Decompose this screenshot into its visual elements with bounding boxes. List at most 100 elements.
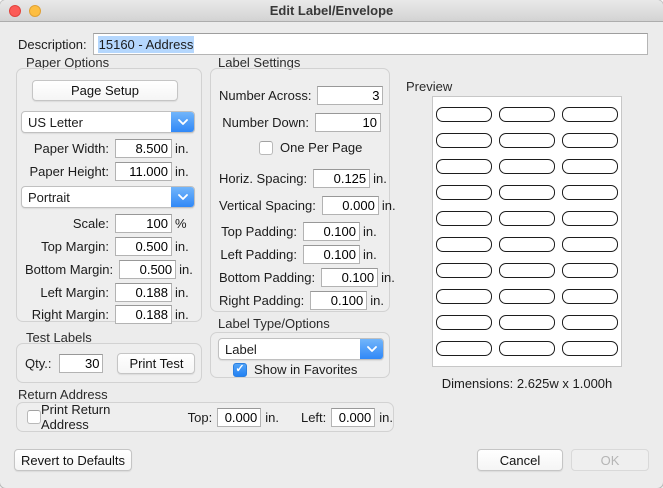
titlebar: Edit Label/Envelope: [0, 0, 663, 22]
preview-label-cell: [436, 185, 492, 200]
preview-label-cell: [562, 341, 618, 356]
return-left-unit: in.: [379, 410, 393, 425]
qty-input[interactable]: [59, 354, 103, 373]
field-row-right-margin: Right Margin: in.: [25, 304, 193, 324]
paper-width-unit: in.: [172, 141, 193, 156]
label-type-select[interactable]: Label: [218, 338, 384, 360]
print-return-address-checkbox[interactable]: [27, 410, 41, 424]
number-down-label: Number Down:: [219, 115, 315, 130]
bottom-padding-input[interactable]: [321, 268, 378, 287]
show-in-favorites-row: ✓ Show in Favorites: [233, 362, 357, 377]
preview-label-cell: [499, 289, 555, 304]
field-row-number-down: Number Down:: [219, 112, 381, 132]
orientation-select[interactable]: Portrait: [21, 186, 195, 208]
preview-label-cell: [436, 289, 492, 304]
close-button[interactable]: [9, 5, 21, 17]
right-margin-unit: in.: [172, 307, 193, 322]
horiz-spacing-unit: in.: [370, 171, 387, 186]
number-across-input[interactable]: [317, 86, 383, 105]
number-down-input[interactable]: [315, 113, 381, 132]
right-margin-input[interactable]: [115, 305, 172, 324]
return-address-row: Print Return Address Top: in. Left: in.: [27, 403, 393, 431]
page-setup-button[interactable]: Page Setup: [32, 80, 178, 101]
right-padding-label: Right Padding:: [219, 293, 310, 308]
bottom-padding-unit: in.: [378, 270, 395, 285]
preview-label-cell: [499, 133, 555, 148]
top-padding-unit: in.: [360, 224, 381, 239]
preview-label-cell: [436, 315, 492, 330]
field-row-paper-width: Paper Width:in.: [25, 138, 193, 158]
preview-label-cell: [436, 159, 492, 174]
field-row-paper-height: Paper Height: in.: [25, 161, 193, 181]
horiz-spacing-label: Horiz. Spacing:: [219, 171, 313, 186]
scale-input[interactable]: [115, 214, 172, 233]
paper-size-value: US Letter: [22, 112, 171, 132]
paper-height-label: Paper Height:: [25, 164, 115, 179]
paper-size-select[interactable]: US Letter: [21, 111, 195, 133]
field-row-horiz-spacing: Horiz. Spacing:in.: [219, 168, 381, 188]
revert-to-defaults-button[interactable]: Revert to Defaults: [14, 449, 132, 471]
paper-height-input[interactable]: [115, 162, 172, 181]
one-per-page-checkbox[interactable]: [259, 141, 273, 155]
print-return-address-label: Print Return Address: [41, 402, 158, 432]
test-labels-row: Qty.: Print Test: [25, 344, 195, 382]
right-padding-input[interactable]: [310, 291, 367, 310]
one-per-page-label: One Per Page: [280, 140, 362, 155]
preview-label-cell: [562, 133, 618, 148]
vertical-spacing-unit: in.: [379, 198, 396, 213]
window-title: Edit Label/Envelope: [0, 0, 663, 22]
preview-label-cell: [499, 211, 555, 226]
paper-width-input[interactable]: [115, 139, 172, 158]
left-padding-input[interactable]: [303, 245, 360, 264]
label-type-value: Label: [219, 339, 360, 359]
field-row-left-padding: Left Padding:in.: [219, 244, 381, 264]
return-top-unit: in.: [265, 410, 279, 425]
return-address-title: Return Address: [18, 387, 108, 402]
preview-label-cell: [562, 185, 618, 200]
ok-button[interactable]: OK: [571, 449, 649, 471]
field-row-bottom-padding: Bottom Padding:in.: [219, 267, 381, 287]
chevron-down-icon: [360, 339, 383, 359]
preview-label-cell: [499, 107, 555, 122]
return-top-label: Top:: [188, 410, 213, 425]
chevron-down-icon: [171, 187, 194, 207]
preview-label-cell: [562, 237, 618, 252]
show-in-favorites-checkbox[interactable]: ✓: [233, 363, 247, 377]
print-test-button[interactable]: Print Test: [117, 353, 195, 374]
number-across-label: Number Across:: [219, 88, 317, 103]
right-padding-unit: in.: [367, 293, 384, 308]
test-labels-group: Qty.: Print Test: [16, 343, 202, 383]
top-margin-input[interactable]: [115, 237, 172, 256]
return-top-input[interactable]: [217, 408, 261, 427]
preview-label-cell: [499, 185, 555, 200]
cancel-button[interactable]: Cancel: [477, 449, 563, 471]
bottom-margin-input[interactable]: [119, 260, 176, 279]
left-padding-label: Left Padding:: [219, 247, 303, 262]
top-padding-input[interactable]: [303, 222, 360, 241]
preview-label-cell: [499, 263, 555, 278]
field-row-left-margin: Left Margin:in.: [25, 282, 193, 302]
label-type-title: Label Type/Options: [218, 316, 330, 331]
minimize-button[interactable]: [29, 5, 41, 17]
return-left-input[interactable]: [331, 408, 375, 427]
right-margin-label: Right Margin:: [25, 307, 115, 322]
description-input[interactable]: 15160 - Address: [93, 33, 648, 55]
bottom-margin-unit: in.: [176, 262, 193, 277]
paper-height-unit: in.: [172, 164, 193, 179]
left-margin-input[interactable]: [115, 283, 172, 302]
horiz-spacing-input[interactable]: [313, 169, 370, 188]
paper-options-group: Page Setup US Letter Portrait Paper Widt…: [16, 68, 202, 322]
preview-label-cell: [562, 211, 618, 226]
bottom-padding-label: Bottom Padding:: [219, 270, 321, 285]
chevron-down-icon: [171, 112, 194, 132]
label-type-group: Label ✓ Show in Favorites: [210, 332, 390, 378]
top-padding-label: Top Padding:: [219, 224, 303, 239]
preview-page: [432, 96, 622, 367]
preview-label-cell: [436, 211, 492, 226]
preview-label-cell: [436, 107, 492, 122]
orientation-value: Portrait: [22, 187, 171, 207]
preview-title: Preview: [406, 79, 452, 94]
vertical-spacing-input[interactable]: [322, 196, 379, 215]
preview-label-cell: [436, 237, 492, 252]
label-settings-group: One Per Page Number Across: Number Down: H…: [210, 68, 390, 312]
